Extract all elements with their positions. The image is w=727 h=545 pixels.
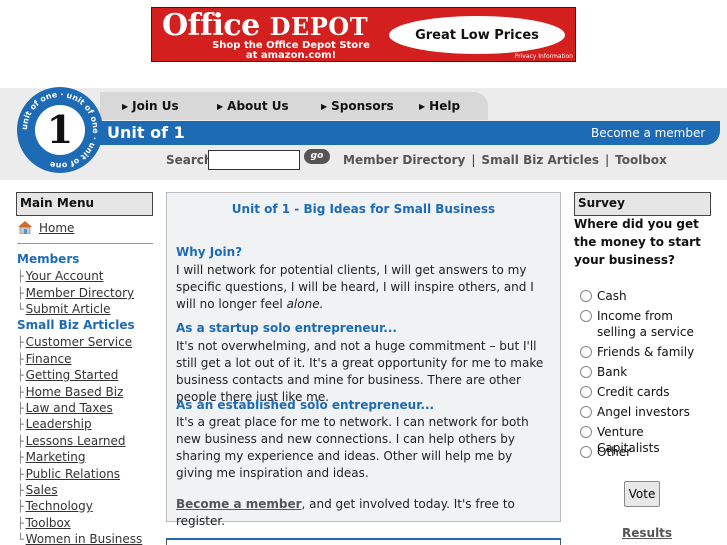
established-heading: As an established solo entrepreneur... bbox=[176, 398, 435, 412]
results-link[interactable]: Results bbox=[622, 526, 672, 540]
survey-option-income[interactable]: Income from selling a service bbox=[580, 308, 705, 340]
nav-lessons-learned[interactable]: ├ Lessons Learned bbox=[17, 434, 126, 448]
become-member-link[interactable]: Become a member bbox=[591, 126, 705, 140]
radio-button[interactable] bbox=[580, 310, 592, 322]
nav-home-based-biz[interactable]: ├ Home Based Biz bbox=[17, 385, 123, 399]
arrow-right-icon: ▶ bbox=[321, 102, 328, 111]
secondary-content-box bbox=[166, 538, 561, 545]
survey-option-cash[interactable]: Cash bbox=[580, 288, 705, 304]
arrow-right-icon: ▶ bbox=[419, 102, 426, 111]
members-heading: Members bbox=[17, 252, 80, 266]
nav-customer-service[interactable]: ├ Customer Service bbox=[17, 335, 132, 349]
search-go-button[interactable]: go bbox=[304, 149, 330, 164]
radio-button[interactable] bbox=[580, 290, 592, 302]
ad-pill: Great Low Prices bbox=[389, 16, 565, 54]
nav-getting-started[interactable]: ├ Getting Started bbox=[17, 368, 118, 382]
survey-option-other[interactable]: Other bbox=[580, 444, 705, 460]
why-join-text: I will network for potential clients, I … bbox=[176, 263, 534, 311]
home-menu-item[interactable]: Home bbox=[17, 220, 74, 235]
nav-law-and-taxes[interactable]: ├ Law and Taxes bbox=[17, 401, 113, 415]
arrow-right-icon: ▶ bbox=[122, 102, 129, 111]
radio-button[interactable] bbox=[580, 406, 592, 418]
nav-marketing[interactable]: ├ Marketing bbox=[17, 450, 85, 464]
become-member-cta-link[interactable]: Become a member bbox=[176, 497, 302, 511]
search-label: Search bbox=[166, 153, 213, 167]
nav-leadership[interactable]: ├ Leadership bbox=[17, 417, 92, 431]
home-icon bbox=[18, 221, 32, 234]
radio-button[interactable] bbox=[580, 446, 592, 458]
arrow-right-icon: ▶ bbox=[217, 102, 224, 111]
ad-privacy-link[interactable]: Privacy Information bbox=[515, 53, 573, 60]
link-small-biz-articles[interactable]: Small Biz Articles bbox=[481, 153, 599, 167]
nav-help[interactable]: ▶ Help bbox=[419, 99, 460, 113]
nav-women-in-business[interactable]: └ Women in Business bbox=[17, 532, 142, 545]
survey-option-friends-family[interactable]: Friends & family bbox=[580, 344, 705, 360]
quick-links: Member Directory | Small Biz Articles | Tool… bbox=[343, 153, 667, 167]
survey-option-bank[interactable]: Bank bbox=[580, 364, 705, 380]
nav-toolbox[interactable]: ├ Toolbox bbox=[17, 516, 71, 530]
link-toolbox[interactable]: Toolbox bbox=[615, 153, 667, 167]
articles-heading: Small Biz Articles bbox=[17, 318, 135, 332]
logo-digit: 1 bbox=[47, 107, 73, 152]
main-menu-header: Main Menu bbox=[16, 192, 153, 216]
radio-button[interactable] bbox=[580, 366, 592, 378]
home-link[interactable]: Home bbox=[39, 221, 74, 235]
office-depot-ad-banner[interactable]: Office DEPOT Shop the Office Depot Store… bbox=[151, 7, 576, 62]
nav-about-us[interactable]: ▶ About Us bbox=[217, 99, 289, 113]
nav-finance[interactable]: ├ Finance bbox=[17, 352, 72, 366]
why-join-heading: Why Join? bbox=[176, 245, 243, 259]
nav-join-us[interactable]: ▶ Join Us bbox=[122, 99, 179, 113]
survey-header: Survey bbox=[574, 192, 711, 216]
survey-question: Where did you get the money to start you… bbox=[574, 217, 701, 267]
site-title: Unit of 1 bbox=[107, 123, 185, 142]
radio-button[interactable] bbox=[580, 346, 592, 358]
vote-button[interactable]: Vote bbox=[624, 481, 660, 507]
nav-submit-article[interactable]: └ Submit Article bbox=[17, 302, 111, 316]
established-text: It's a great place for me to network. I … bbox=[176, 415, 529, 480]
nav-sponsors[interactable]: ▶ Sponsors bbox=[321, 99, 394, 113]
unit-of-one-logo[interactable]: unit of one · unit of one · unit of one … bbox=[16, 86, 104, 174]
radio-button[interactable] bbox=[580, 386, 592, 398]
nav-member-directory[interactable]: ├ Member Directory bbox=[17, 286, 134, 300]
survey-option-angel-investors[interactable]: Angel investors bbox=[580, 404, 705, 420]
cta-text: Become a member, and get involved today.… bbox=[176, 497, 515, 528]
startup-text: It's not overwhelming, and not a huge co… bbox=[176, 339, 544, 404]
nav-public-relations[interactable]: ├ Public Relations bbox=[17, 467, 120, 481]
nav-technology[interactable]: ├ Technology bbox=[17, 499, 93, 513]
startup-heading: As a startup solo entrepreneur... bbox=[176, 321, 397, 335]
nav-sales[interactable]: ├ Sales bbox=[17, 483, 58, 497]
radio-button[interactable] bbox=[580, 426, 592, 438]
nav-your-account[interactable]: ├ Your Account bbox=[17, 269, 104, 283]
main-title: Unit of 1 - Big Ideas for Small Business bbox=[231, 202, 496, 216]
link-member-directory[interactable]: Member Directory bbox=[343, 153, 465, 167]
survey-option-credit-cards[interactable]: Credit cards bbox=[580, 384, 705, 400]
search-input[interactable] bbox=[208, 150, 300, 170]
menu-divider bbox=[17, 243, 153, 244]
ad-tagline: Shop the Office Depot Store at amazon.com… bbox=[212, 40, 370, 61]
